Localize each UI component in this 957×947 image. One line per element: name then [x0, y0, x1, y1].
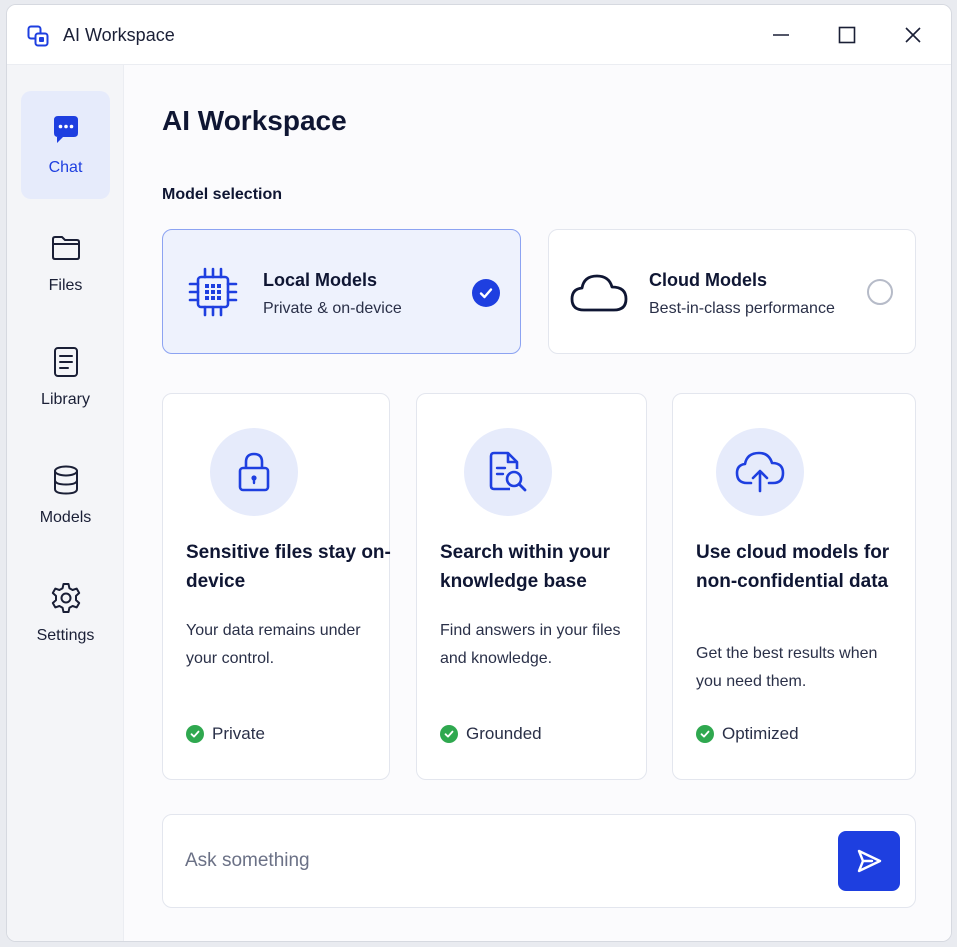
minimize-button[interactable] — [763, 19, 799, 51]
minimize-icon — [773, 34, 789, 36]
main-panel: AI Workspace Model selection Local Model… — [124, 65, 951, 941]
feature-tag-label: Private — [212, 724, 265, 743]
check-circle-icon — [696, 725, 714, 743]
model-option-cloud[interactable]: Cloud Models Best-in-class performance — [548, 229, 916, 354]
title-bar: AI Workspace — [7, 5, 951, 65]
feature-title: Use cloud models for non-confidential da… — [696, 542, 890, 592]
send-button[interactable] — [838, 831, 900, 891]
sidebar-item-library[interactable]: Library — [21, 323, 110, 431]
feature-title: Search within your knowledge base — [440, 542, 610, 592]
feature-tag: Grounded — [440, 724, 542, 744]
message-input[interactable] — [185, 841, 825, 881]
database-icon — [49, 463, 83, 497]
sidebar-item-label: Models — [39, 509, 92, 526]
section-label: Model selection — [162, 186, 283, 203]
feature-tag-label: Grounded — [466, 724, 542, 743]
send-icon — [857, 849, 882, 873]
model-name: Cloud Models — [649, 270, 767, 290]
feature-card-private: Sensitive files stay on-device Your data… — [162, 393, 391, 780]
maximize-button[interactable] — [829, 19, 865, 51]
feature-tag: Private — [186, 724, 265, 744]
model-option-local[interactable]: Local Models Private & on-device — [162, 229, 521, 354]
close-icon — [905, 27, 921, 43]
chat-bubble-icon — [49, 113, 83, 147]
window-title: AI Workspace — [63, 25, 175, 45]
check-circle-icon — [186, 725, 204, 743]
document-icon — [49, 345, 83, 379]
gear-icon — [49, 581, 83, 615]
document-search-icon — [464, 428, 552, 516]
sidebar-item-label: Settings — [36, 627, 95, 644]
feature-description: Your data remains under your control. — [186, 622, 361, 667]
check-circle-icon — [440, 725, 458, 743]
feature-tag-label: Optimized — [722, 724, 799, 743]
folder-icon — [49, 231, 83, 265]
cloud-upload-icon — [716, 428, 804, 516]
cloud-icon — [569, 262, 629, 322]
lock-icon — [210, 428, 298, 516]
feature-card-optimized: Use cloud models for non-confidential da… — [672, 393, 916, 780]
page-title: AI Workspace — [162, 105, 347, 136]
close-button[interactable] — [895, 19, 931, 51]
maximize-icon — [838, 26, 856, 44]
feature-description: Get the best results when you need them. — [696, 645, 878, 690]
app-logo-icon — [27, 25, 49, 47]
selected-check-icon — [472, 279, 500, 307]
feature-card-grounded: Search within your knowledge base Find a… — [416, 393, 647, 780]
sidebar-item-settings[interactable]: Settings — [21, 559, 110, 667]
sidebar: Chat Files Library Models Settings — [7, 65, 124, 941]
sidebar-item-label: Files — [48, 277, 83, 294]
chip-icon — [183, 262, 243, 322]
model-name: Local Models — [263, 270, 378, 290]
sidebar-item-models[interactable]: Models — [21, 441, 110, 549]
radio-unselected-icon — [867, 279, 893, 305]
sidebar-item-chat[interactable]: Chat — [21, 91, 110, 199]
sidebar-item-files[interactable]: Files — [21, 209, 110, 317]
model-description: Best-in-class performance — [649, 300, 835, 317]
feature-tag: Optimized — [696, 724, 799, 744]
feature-title: Sensitive files stay on-device — [186, 542, 391, 592]
app-window: AI Workspace Chat Files Library Models S… — [6, 4, 952, 942]
sidebar-item-label: Library — [41, 391, 90, 408]
feature-description: Find answers in your files and knowledge… — [440, 622, 621, 667]
message-composer — [162, 814, 916, 908]
model-description: Private & on-device — [263, 300, 402, 317]
sidebar-item-label: Chat — [48, 159, 83, 176]
